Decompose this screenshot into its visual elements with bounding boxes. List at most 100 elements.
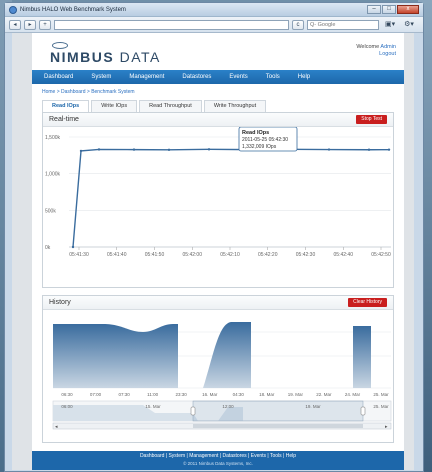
- tab-write-throughput[interactable]: Write Throughput: [203, 100, 267, 112]
- site-header: NIMBUS DATA Welcome Admin Logout: [32, 33, 404, 70]
- navigator-handle-left: [190, 406, 196, 416]
- history-x-tick-label: 07:00: [90, 392, 102, 397]
- realtime-data-point: [367, 148, 371, 151]
- minimize-button[interactable]: –: [367, 5, 381, 14]
- tooltip-title: Read IOps: [242, 130, 269, 136]
- footer-copyright: © 2011 Nimbus Data Systems, Inc.: [183, 461, 253, 466]
- history-x-tick-label: 04:30: [233, 392, 245, 397]
- history-x-tick-label: 07:30: [118, 392, 130, 397]
- history-x-tick-label: 11:00: [147, 392, 158, 397]
- history-x-tick-label: 24. Mar: [345, 392, 361, 397]
- realtime-chart: 1,500k 1,000k 500k 0k 05:41:30 05:41:40 05:41:…: [45, 126, 391, 258]
- clear-history-button[interactable]: Clear History: [348, 298, 387, 307]
- realtime-data-point: [79, 149, 83, 153]
- welcome-box: Welcome Admin Logout: [356, 44, 396, 58]
- tooltip-time: 2011-05-25 05:42:30: [242, 137, 288, 143]
- history-x-tick-label: 18. Mar: [259, 392, 275, 397]
- tab-write-iops[interactable]: Write IOps: [91, 100, 138, 112]
- refresh-button[interactable]: c: [292, 19, 304, 30]
- window-controls: – □ x: [367, 5, 419, 14]
- window-titlebar[interactable]: Nimbus HALO Web Benchmark System – □ x: [5, 3, 423, 17]
- realtime-data-point: [71, 245, 75, 249]
- history-area-segment: [353, 326, 371, 388]
- realtime-x-tick-label: 05:42:00: [183, 252, 203, 258]
- realtime-x-tick-label: 05:42:40: [334, 252, 354, 258]
- realtime-x-tick-label: 05:41:50: [145, 252, 165, 258]
- window-title: Nimbus HALO Web Benchmark System: [20, 6, 126, 13]
- menu-events[interactable]: Events: [229, 74, 247, 80]
- menu-help[interactable]: Help: [298, 74, 310, 80]
- realtime-data-point: [207, 148, 211, 151]
- navigator-label: 19. Mar: [305, 404, 321, 409]
- realtime-data-point: [387, 148, 391, 151]
- tooltip-value: 1,332,009 IOps: [242, 144, 277, 150]
- history-title: History: [49, 299, 71, 306]
- page-viewport: NIMBUS DATA Welcome Admin Logout Dashboa…: [12, 33, 414, 470]
- tools-menu-icon[interactable]: ⚙▾: [401, 20, 417, 30]
- tab-read-throughput[interactable]: Read Throughput: [139, 100, 202, 112]
- realtime-x-tick-label: 05:41:40: [107, 252, 127, 258]
- stop-test-button[interactable]: Stop Test: [356, 115, 387, 124]
- add-bookmark-button[interactable]: +: [39, 19, 51, 30]
- logo-cloud-icon: [52, 42, 68, 49]
- history-x-tick-label: 16. Mar: [202, 392, 218, 397]
- history-panel: History Clear History 2M1M0k06:3007:0007…: [42, 295, 394, 443]
- close-button[interactable]: x: [397, 5, 419, 14]
- chart-tabs: Read IOps Write IOps Read Throughput Wri…: [42, 100, 267, 112]
- site-logo[interactable]: NIMBUS DATA: [50, 49, 161, 65]
- menu-dashboard[interactable]: Dashboard: [44, 74, 73, 80]
- realtime-series-line: [72, 148, 390, 248]
- navigator-handle-right: [360, 406, 366, 416]
- app-icon: [9, 5, 17, 14]
- navigator-label: 15. Mar: [145, 404, 161, 409]
- history-area-segment: [53, 324, 178, 388]
- forward-button[interactable]: ▸: [24, 19, 36, 30]
- search-input[interactable]: Q- Google: [307, 19, 379, 30]
- navigator-selection: [192, 400, 364, 422]
- navigator-label: 25. Mar: [373, 404, 389, 409]
- address-bar[interactable]: [54, 19, 289, 30]
- menu-management[interactable]: Management: [129, 74, 164, 80]
- realtime-title: Real-time: [49, 116, 79, 123]
- history-x-tick-label: 19. Mar: [288, 392, 304, 397]
- tab-read-iops[interactable]: Read IOps: [42, 100, 90, 112]
- realtime-x-tick-label: 05:42:10: [220, 252, 240, 258]
- menu-tools[interactable]: Tools: [266, 74, 280, 80]
- realtime-x-tick-label: 05:42:30: [296, 252, 316, 258]
- main-menu: Dashboard System Management Datastores E…: [32, 70, 404, 84]
- welcome-text: Welcome: [356, 44, 380, 50]
- history-x-tick-label: 25. Mar: [373, 392, 389, 397]
- logout-link[interactable]: Logout: [379, 51, 396, 57]
- realtime-data-point: [97, 148, 101, 151]
- realtime-data-point: [167, 148, 171, 152]
- realtime-y-tick-label: 500k: [45, 208, 56, 214]
- history-scrollbar-thumb: [193, 424, 363, 428]
- history-x-tick-label: 23:30: [176, 392, 188, 397]
- realtime-panel-header: Real-time Stop Test: [43, 113, 393, 127]
- breadcrumb[interactable]: Home > Dashboard > Benchmark System: [42, 89, 135, 95]
- realtime-x-tick-label: 05:42:20: [258, 252, 278, 258]
- site-footer: Dashboard | System | Management | Datast…: [32, 451, 404, 470]
- user-link[interactable]: Admin: [380, 44, 396, 50]
- history-chart: 2M1M0k06:3007:0007:3011:0023:3016. Mar04…: [52, 322, 392, 430]
- maximize-button[interactable]: □: [382, 5, 396, 14]
- back-button[interactable]: ◂: [9, 19, 21, 30]
- page-menu-icon[interactable]: ▣▾: [382, 20, 398, 30]
- menu-system[interactable]: System: [91, 74, 111, 80]
- history-x-tick-label: 22. Mar: [316, 392, 332, 397]
- navigator-label: 12:00: [222, 404, 234, 409]
- realtime-x-tick-label: 05:42:50: [371, 252, 391, 258]
- page-content: NIMBUS DATA Welcome Admin Logout Dashboa…: [32, 33, 404, 470]
- realtime-panel: Real-time Stop Test 1,500k 1,000k 500k 0k 05…: [42, 112, 394, 288]
- realtime-y-tick-label: 1,000k: [45, 172, 61, 178]
- history-x-tick-label: 06:30: [61, 392, 73, 397]
- realtime-data-point: [132, 148, 136, 151]
- navigator-label: 06:00: [61, 404, 73, 409]
- browser-toolbar: ◂ ▸ + c Q- Google ▣▾ ⚙▾: [5, 17, 423, 33]
- realtime-y-tick-label: 1,500k: [45, 135, 61, 141]
- realtime-x-tick-label: 05:41:30: [69, 252, 89, 258]
- footer-links[interactable]: Dashboard | System | Management | Datast…: [32, 453, 404, 460]
- history-panel-header: History Clear History: [43, 296, 393, 310]
- menu-datastores[interactable]: Datastores: [182, 74, 211, 80]
- realtime-y-tick-label: 0k: [45, 245, 51, 251]
